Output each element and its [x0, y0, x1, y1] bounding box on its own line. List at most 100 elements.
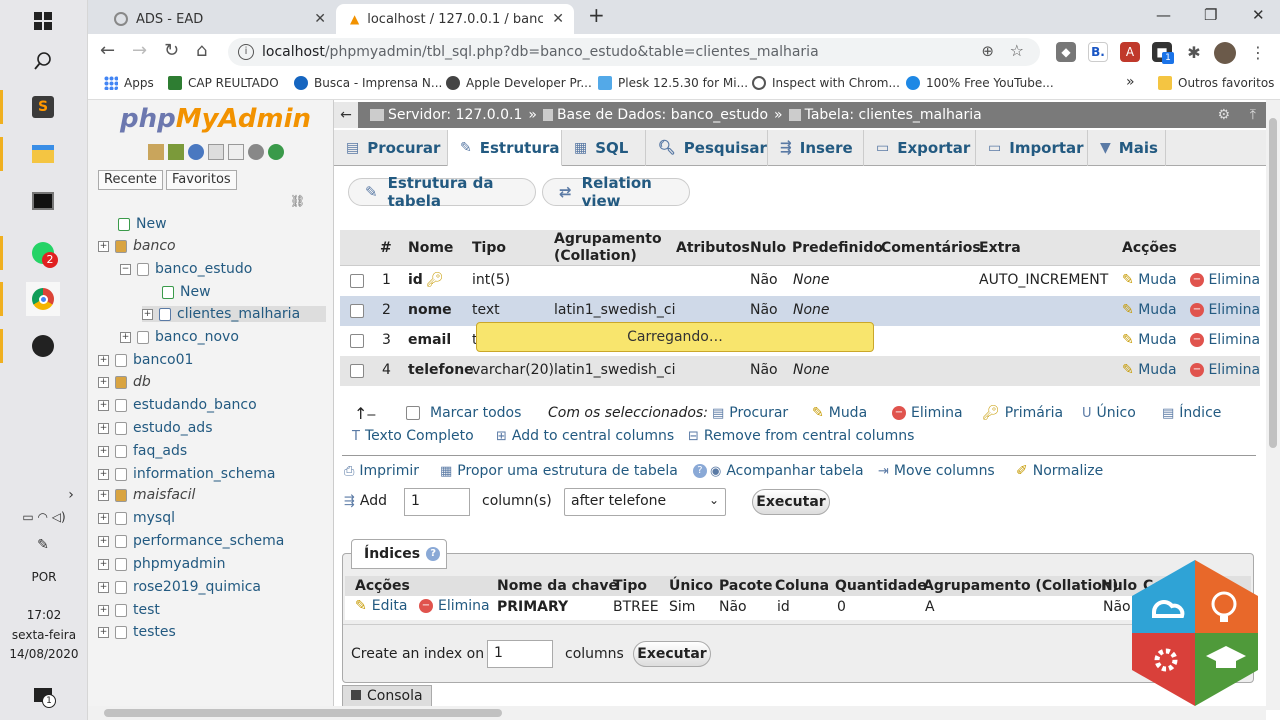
scrollbar-thumb[interactable] — [104, 709, 502, 717]
propose-structure-link[interactable]: ▦ Propor uma estrutura de tabela? — [440, 463, 707, 479]
expand-icon[interactable]: + — [98, 445, 109, 457]
bulk-fulltext[interactable]: T Texto Completo — [352, 428, 474, 444]
track-table-link[interactable]: ◉ Acompanhar tabela — [710, 463, 864, 479]
bulk-remove-central[interactable]: ⊟ Remove from central columns — [688, 428, 914, 444]
tree-item-banco01[interactable]: + banco01 — [98, 352, 193, 368]
back-icon[interactable]: ← — [100, 40, 115, 61]
print-link[interactable]: ⎙ Imprimir — [344, 463, 419, 479]
bulk-browse[interactable]: ▤ Procurar — [712, 405, 788, 421]
subtab-relation-view[interactable]: ⇄ Relation view — [542, 174, 690, 210]
tree-item-new-table[interactable]: New — [162, 284, 211, 300]
column-header[interactable]: Nulo — [750, 240, 786, 256]
restore-window-icon[interactable]: ❐ — [1204, 6, 1217, 24]
bookmark-apps[interactable]: Apps — [104, 76, 154, 90]
table-row[interactable]: 1 id 🔑︎ int(5) Não None AUTO_INCREMENT ✎… — [340, 266, 1260, 296]
tree-item-test[interactable]: + test — [98, 602, 160, 618]
profile-avatar[interactable] — [1214, 42, 1236, 64]
bookmark-apple-developer[interactable]: Apple Developer Pr... — [446, 76, 592, 90]
tab-procurar[interactable]: ▤ Procurar — [334, 130, 448, 166]
vertical-scrollbar[interactable] — [1266, 100, 1280, 710]
address-bar[interactable]: i localhost/phpmyadmin/tbl_sql.php?db=ba… — [228, 38, 1040, 66]
normalize-link[interactable]: ✐ Normalize — [1016, 463, 1103, 479]
check-all-checkbox[interactable] — [406, 406, 420, 420]
windows-start-icon[interactable] — [26, 4, 60, 38]
drop-index-link[interactable]: − Elimina — [419, 598, 490, 614]
reload-icon[interactable]: ↻ — [164, 40, 179, 61]
language-indicator[interactable]: POR — [0, 570, 88, 584]
tree-item-estudo-ads[interactable]: + estudo_ads — [98, 420, 212, 436]
expand-icon[interactable]: + — [120, 331, 131, 343]
file-explorer-icon[interactable] — [26, 137, 60, 171]
cube-extension-icon[interactable]: ■1 — [1152, 42, 1174, 64]
close-tab-icon[interactable]: ✕ — [314, 11, 326, 27]
breadcrumb-database[interactable]: Base de Dados: banco_estudo — [557, 107, 768, 123]
zoom-icon[interactable]: ⊕ — [981, 42, 994, 60]
expand-icon[interactable]: + — [142, 308, 153, 320]
bookmark-other[interactable]: Outros favoritos — [1158, 76, 1274, 90]
drop-link[interactable]: − Elimina — [1190, 302, 1260, 318]
bookmark-busca-imprensa[interactable]: Busca - Imprensa N... — [294, 76, 442, 90]
change-link[interactable]: ✎ Muda — [1122, 362, 1177, 378]
column-header[interactable]: Nome — [408, 240, 453, 256]
tree-item-rose2019-quimica[interactable]: + rose2019_quimica — [98, 579, 261, 595]
breadcrumb-table[interactable]: Tabela: clientes_malharia — [805, 107, 982, 123]
create-index-count-input[interactable]: 1 — [487, 640, 553, 668]
home-icon[interactable]: ⌂ — [196, 40, 207, 61]
gear-icon[interactable]: ⚙ — [1217, 107, 1230, 123]
chrome-icon[interactable] — [26, 282, 60, 316]
collapse-icon[interactable]: − — [120, 263, 131, 275]
tree-item-banco-estudo[interactable]: − banco_estudo — [120, 261, 252, 277]
tab-sql[interactable]: ▦ SQL — [562, 130, 646, 166]
search-icon[interactable] — [26, 44, 60, 78]
tab-estrutura[interactable]: ✎ Estrutura — [448, 130, 562, 166]
drop-link[interactable]: − Elimina — [1190, 272, 1260, 288]
breadcrumb-server[interactable]: Servidor: 127.0.0.1 — [388, 107, 522, 123]
terminal-icon[interactable] — [26, 184, 60, 218]
tree-item-maisfacil[interactable]: + maisfacil — [98, 487, 195, 503]
tree-item-new[interactable]: New — [118, 216, 167, 232]
change-link[interactable]: ✎ Muda — [1122, 332, 1177, 348]
browser-tab-phpmyadmin[interactable]: ▲ localhost / 127.0.0.1 / banco_estu ✕ — [336, 4, 574, 34]
help-icon[interactable]: ? — [692, 464, 707, 478]
expand-icon[interactable]: + — [98, 626, 109, 638]
forward-icon[interactable]: → — [132, 40, 147, 61]
whatsapp-icon[interactable]: 2 — [26, 236, 60, 270]
tree-item-banco[interactable]: + banco — [98, 238, 176, 254]
bulk-add-central[interactable]: ⊞ Add to central columns — [496, 428, 674, 444]
expand-icon[interactable]: + — [98, 376, 109, 388]
tab-mais[interactable]: ▼ Mais — [1088, 130, 1166, 166]
check-all-label[interactable]: Marcar todos — [430, 405, 521, 421]
collapse-icon[interactable]: ⤒ — [1250, 107, 1256, 123]
new-tab-button[interactable]: + — [588, 3, 605, 27]
tab-recente[interactable]: Recente — [98, 170, 163, 190]
shield-extension-icon[interactable]: ◆ — [1056, 42, 1076, 62]
bookmark-star-icon[interactable]: ☆ — [1010, 41, 1024, 60]
tab-insere[interactable]: ⇶ Insere — [768, 130, 864, 166]
bulk-index[interactable]: ▤ Índice — [1162, 405, 1221, 421]
change-link[interactable]: ✎ Muda — [1122, 272, 1177, 288]
tree-item-phpmyadmin[interactable]: + phpmyadmin — [98, 556, 225, 572]
link-icon[interactable]: ⛓ — [290, 194, 305, 208]
puzzle-extensions-icon[interactable]: ✱ — [1184, 42, 1204, 62]
help-icon[interactable]: ? — [426, 547, 441, 561]
column-header[interactable]: Atributos — [676, 240, 750, 256]
column-header[interactable]: Tipo — [472, 240, 506, 256]
move-columns-link[interactable]: ⇥ Move columns — [878, 463, 995, 479]
chrome-menu-icon[interactable]: ⋮ — [1248, 42, 1268, 62]
subtab-estrutura-tabela[interactable]: ✎ Estrutura da tabela — [348, 174, 536, 210]
expand-icon[interactable]: + — [98, 604, 109, 616]
row-checkbox[interactable] — [350, 334, 364, 348]
close-tab-icon[interactable]: ✕ — [552, 11, 564, 27]
bookmark-plesk[interactable]: Plesk 12.5.30 for Mi... — [598, 76, 748, 90]
bookmark-youtube[interactable]: 100% Free YouTube... — [906, 76, 1054, 90]
expand-icon[interactable]: + — [98, 468, 109, 480]
execute-add-button[interactable]: Executar — [752, 489, 830, 515]
expand-icon[interactable]: + — [98, 489, 109, 501]
tab-pesquisar[interactable]: 🔍︎ Pesquisar — [646, 130, 768, 166]
pdf-extension-icon[interactable]: A — [1120, 42, 1140, 62]
row-checkbox[interactable] — [350, 304, 364, 318]
bulk-change[interactable]: ✎ Muda — [812, 405, 867, 421]
tree-item-banco-novo[interactable]: + banco_novo — [120, 329, 239, 345]
drop-link[interactable]: − Elimina — [1190, 362, 1260, 378]
scrollbar-thumb[interactable] — [1269, 118, 1277, 448]
